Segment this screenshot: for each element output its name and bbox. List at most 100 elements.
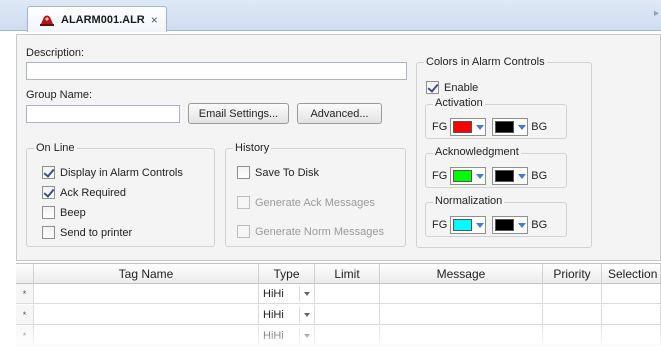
activation-fg-color-picker[interactable] xyxy=(450,118,487,136)
checkbox-box[interactable] xyxy=(42,186,55,199)
description-label: Description: xyxy=(26,47,85,59)
fg-label: FG xyxy=(432,121,448,133)
column-header-limit[interactable]: Limit xyxy=(315,264,380,284)
normalization-title: Normalization xyxy=(433,195,505,207)
priority-cell[interactable] xyxy=(543,326,602,346)
message-cell[interactable] xyxy=(380,284,543,304)
activation-bg-color-picker[interactable] xyxy=(492,118,529,136)
checkbox-box[interactable] xyxy=(426,81,439,94)
row-marker[interactable]: * xyxy=(16,305,34,325)
activation-color-row: FG BG xyxy=(432,118,547,136)
limit-cell[interactable] xyxy=(315,326,380,346)
colors-group-title: Colors in Alarm Controls xyxy=(424,56,547,68)
generate-ack-messages-checkbox[interactable]: Generate Ack Messages xyxy=(237,196,375,209)
tab-alarm001[interactable]: ALARM001.ALR × xyxy=(27,6,167,32)
checkbox-label: Display in Alarm Controls xyxy=(60,166,183,179)
row-marker[interactable]: * xyxy=(16,284,34,304)
type-value: HiHi xyxy=(263,287,284,300)
checkbox-label: Generate Norm Messages xyxy=(255,225,384,238)
enable-colors-checkbox[interactable]: Enable xyxy=(426,81,478,94)
type-dropdown-icon[interactable] xyxy=(299,306,313,323)
bg-label: BG xyxy=(531,219,548,231)
tag-name-cell[interactable] xyxy=(34,326,259,346)
group-name-label: Group Name: xyxy=(26,89,93,101)
tag-name-cell[interactable] xyxy=(34,284,259,304)
fg-label: FG xyxy=(432,170,448,182)
checkbox-box[interactable] xyxy=(42,206,55,219)
type-dropdown-icon[interactable] xyxy=(299,285,313,302)
priority-cell[interactable] xyxy=(543,284,602,304)
generate-norm-messages-checkbox[interactable]: Generate Norm Messages xyxy=(237,225,384,238)
history-group: History Save To Disk Generate Ack Messag… xyxy=(225,142,406,247)
row-marker[interactable]: * xyxy=(16,326,34,346)
checkbox-box[interactable] xyxy=(42,166,55,179)
acknowledgment-fg-color-picker[interactable] xyxy=(450,167,487,185)
dropdown-arrow-icon[interactable] xyxy=(518,124,527,130)
column-header-priority[interactable]: Priority xyxy=(543,264,602,284)
activation-fg-swatch xyxy=(453,121,473,133)
activation-color-group: Activation FG BG xyxy=(425,97,567,139)
type-value: HiHi xyxy=(263,329,284,342)
selection-cell[interactable] xyxy=(602,284,661,304)
checkbox-label: Beep xyxy=(60,206,86,219)
dropdown-arrow-icon[interactable] xyxy=(476,222,485,228)
acknowledgment-bg-color-picker[interactable] xyxy=(492,167,529,185)
send-to-printer-checkbox[interactable]: Send to printer xyxy=(42,226,132,239)
type-cell[interactable]: HiHi xyxy=(259,326,315,346)
column-header-selection[interactable]: Selection xyxy=(602,264,661,284)
column-header-type[interactable]: Type xyxy=(259,264,315,284)
email-settings-button[interactable]: Email Settings... xyxy=(188,103,289,124)
online-group-title: On Line xyxy=(34,142,77,154)
message-cell[interactable] xyxy=(380,326,543,346)
type-dropdown-icon[interactable] xyxy=(299,327,313,344)
normalization-color-row: FG BG xyxy=(432,216,547,234)
tag-name-cell[interactable] xyxy=(34,305,259,325)
dropdown-arrow-icon[interactable] xyxy=(476,124,485,130)
type-cell[interactable]: HiHi xyxy=(259,305,315,325)
beep-checkbox[interactable]: Beep xyxy=(42,206,86,219)
advanced-button[interactable]: Advanced... xyxy=(297,103,382,124)
priority-cell[interactable] xyxy=(543,305,602,325)
checkbox-box[interactable] xyxy=(237,166,250,179)
checkbox-label: Save To Disk xyxy=(255,166,319,179)
normalization-fg-color-picker[interactable] xyxy=(450,216,487,234)
type-value: HiHi xyxy=(263,308,284,321)
normalization-bg-color-picker[interactable] xyxy=(492,216,529,234)
acknowledgment-bg-swatch xyxy=(495,170,515,182)
close-tab-icon[interactable]: × xyxy=(151,13,158,27)
dropdown-arrow-icon[interactable] xyxy=(518,222,527,228)
checkbox-box[interactable] xyxy=(237,225,250,238)
dropdown-arrow-icon[interactable] xyxy=(518,173,527,179)
history-group-title: History xyxy=(233,142,272,154)
group-name-input[interactable] xyxy=(26,105,180,123)
checkbox-box[interactable] xyxy=(42,226,55,239)
description-input[interactable] xyxy=(26,62,407,80)
display-in-alarm-controls-checkbox[interactable]: Display in Alarm Controls xyxy=(42,166,183,179)
message-cell[interactable] xyxy=(380,305,543,325)
checkbox-label: Ack Required xyxy=(60,186,127,199)
tab-title: ALARM001.ALR xyxy=(61,13,145,26)
checkbox-box[interactable] xyxy=(237,196,250,209)
save-to-disk-checkbox[interactable]: Save To Disk xyxy=(237,166,319,179)
acknowledgment-fg-swatch xyxy=(453,170,473,182)
tab-strip-scroll-icon[interactable]: ▸ xyxy=(654,8,659,19)
column-header-message[interactable]: Message xyxy=(380,264,543,284)
limit-cell[interactable] xyxy=(315,284,380,304)
type-cell[interactable]: HiHi xyxy=(259,284,315,304)
ack-required-checkbox[interactable]: Ack Required xyxy=(42,186,126,199)
column-header-tag-name[interactable]: Tag Name xyxy=(34,264,259,284)
dropdown-arrow-icon[interactable] xyxy=(476,173,485,179)
bg-label: BG xyxy=(531,170,548,182)
activation-title: Activation xyxy=(433,97,485,109)
bg-label: BG xyxy=(531,121,548,133)
limit-cell[interactable] xyxy=(315,305,380,325)
online-group: On Line Display in Alarm Controls Ack Re… xyxy=(26,142,215,247)
alarm-tags-grid: Tag Name Type Limit Message Priority Sel… xyxy=(16,263,661,349)
selection-cell[interactable] xyxy=(602,305,661,325)
normalization-color-group: Normalization FG BG xyxy=(425,195,567,237)
acknowledgment-title: Acknowledgment xyxy=(433,146,521,158)
checkbox-label: Generate Ack Messages xyxy=(255,196,375,209)
acknowledgment-color-group: Acknowledgment FG BG xyxy=(425,146,567,188)
checkbox-label: Enable xyxy=(444,81,479,94)
selection-cell[interactable] xyxy=(602,326,661,346)
